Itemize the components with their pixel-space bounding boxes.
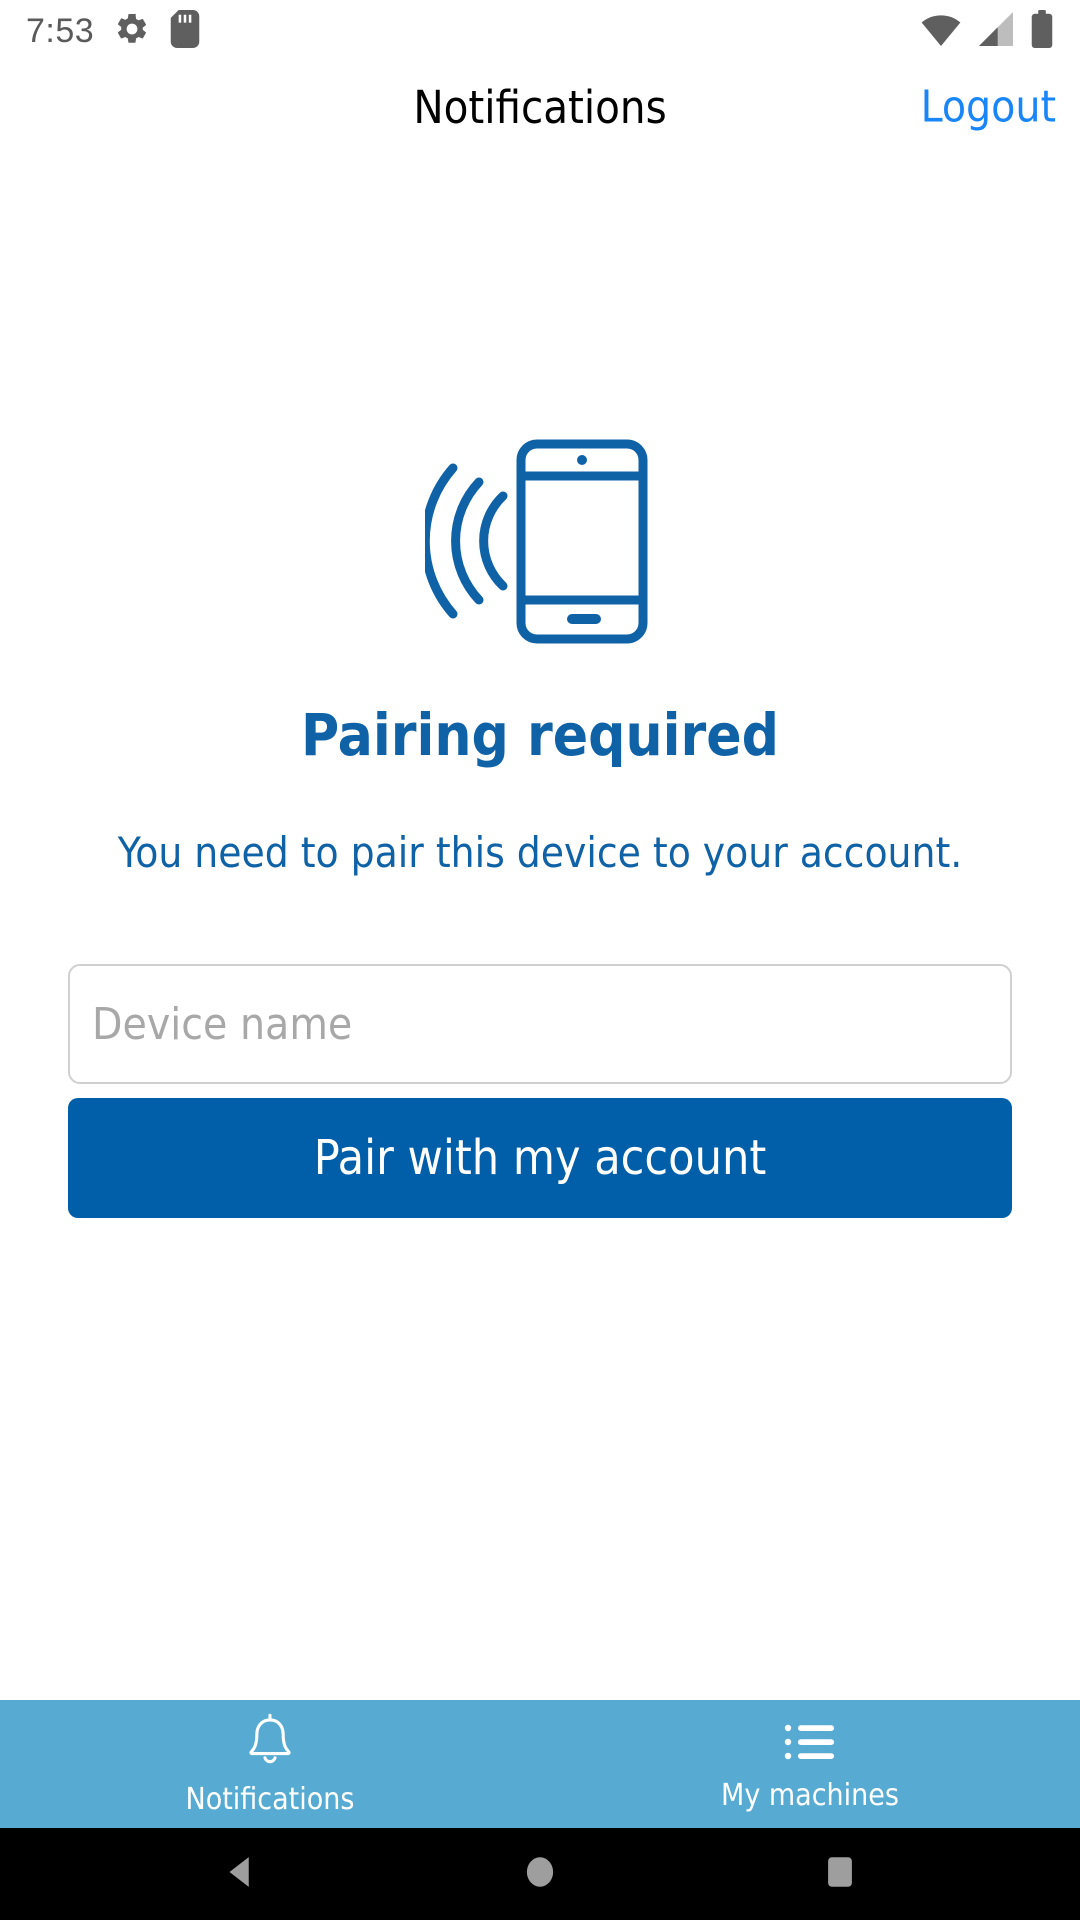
tab-notifications-label: Notifications (185, 1782, 355, 1817)
headline: Pairing required (300, 701, 780, 769)
home-icon (519, 1851, 561, 1897)
status-bar-right (920, 10, 1054, 52)
page-title: Notifications (413, 80, 667, 134)
main-content: Pairing required You need to pair this d… (0, 152, 1080, 1700)
tab-my-machines-label: My machines (721, 1778, 899, 1813)
recents-button[interactable] (780, 1828, 900, 1920)
back-button[interactable] (180, 1828, 300, 1920)
gear-icon (114, 11, 150, 51)
list-icon (782, 1717, 838, 1771)
subtext: You need to pair this device to your acc… (117, 828, 963, 877)
bell-icon (242, 1713, 298, 1775)
app-header: Notifications Logout (0, 62, 1080, 152)
device-name-input[interactable] (68, 964, 1012, 1085)
logout-button[interactable]: Logout (921, 82, 1056, 133)
battery-icon (1030, 10, 1054, 52)
recents-icon (819, 1851, 861, 1897)
phone-with-signal-waves-icon (420, 434, 660, 649)
home-button[interactable] (480, 1828, 600, 1920)
app-screen: 7:53 Notifications Logout Pairing requir… (0, 0, 1080, 1920)
tab-my-machines[interactable]: My machines (540, 1700, 1080, 1828)
tab-notifications[interactable]: Notifications (0, 1700, 540, 1828)
wifi-icon (920, 12, 962, 50)
status-bar-clock: 7:53 (26, 12, 95, 50)
android-nav-bar (0, 1828, 1080, 1920)
status-bar: 7:53 (0, 0, 1080, 62)
bottom-tab-bar: Notifications My machines (0, 1700, 1080, 1828)
pair-with-account-button[interactable]: Pair with my account (68, 1098, 1012, 1219)
status-bar-left: 7:53 (26, 10, 200, 52)
cellular-signal-icon (976, 12, 1016, 50)
back-icon (219, 1851, 261, 1897)
sd-card-icon (170, 10, 200, 52)
